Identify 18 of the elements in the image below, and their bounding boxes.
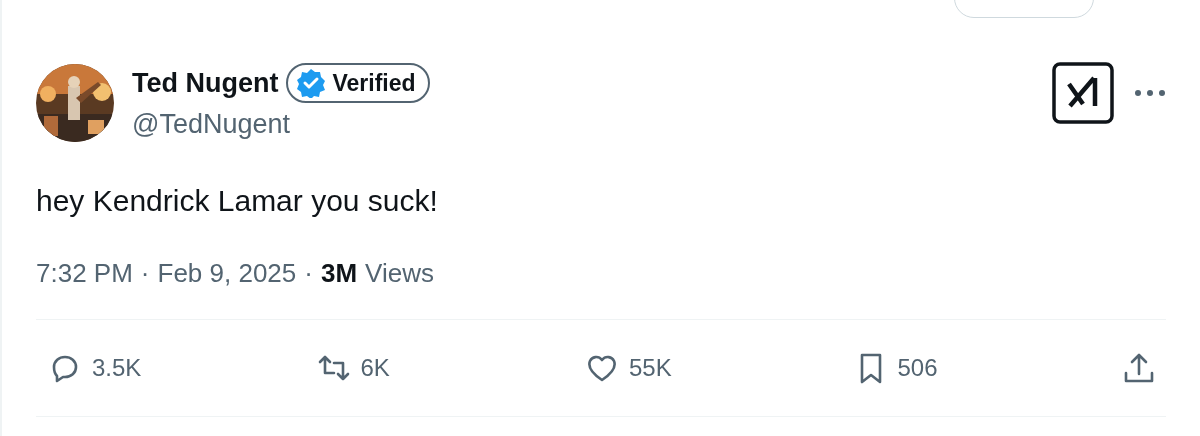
post-time[interactable]: 7:32 PM [36, 258, 133, 289]
verified-icon [296, 68, 327, 98]
author-handle[interactable]: @TedNugent [132, 109, 1052, 140]
share-icon[interactable] [1122, 351, 1156, 385]
verified-badge[interactable]: Verified [286, 63, 430, 103]
logo-icon[interactable] [1052, 62, 1114, 124]
author-name[interactable]: Ted Nugent [132, 67, 279, 99]
more-icon[interactable] [1134, 89, 1166, 97]
views-label: Views [365, 258, 434, 289]
post-text: hey Kendrick Lamar you suck! [36, 184, 439, 218]
separator: · [304, 258, 313, 289]
post-date[interactable]: Feb 9, 2025 [157, 258, 297, 289]
separator: · [140, 258, 150, 289]
views-count: 3M [320, 258, 358, 289]
action-count: 506 [897, 354, 938, 382]
action-count: 6K [360, 354, 390, 382]
action-count: 55K [629, 354, 672, 382]
action-count: 3.5K [92, 354, 142, 382]
